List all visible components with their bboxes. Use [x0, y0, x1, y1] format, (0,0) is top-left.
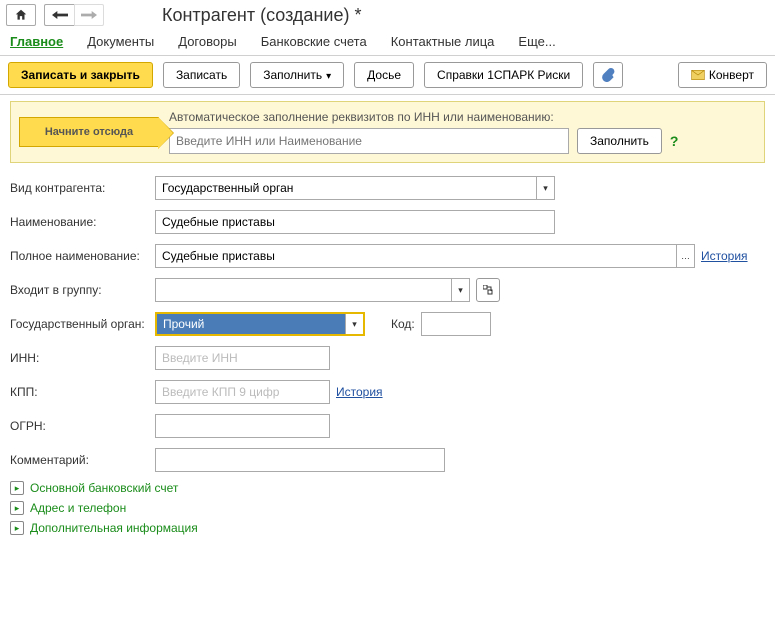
- group-open-button[interactable]: [476, 278, 500, 302]
- group-input[interactable]: [156, 279, 451, 301]
- fullname-combo[interactable]: …: [155, 244, 695, 268]
- page-title: Контрагент (создание) *: [162, 5, 361, 26]
- attach-button[interactable]: [593, 62, 623, 88]
- expand-icon: ▸: [10, 521, 24, 535]
- code-label: Код:: [391, 317, 415, 331]
- kind-combo[interactable]: ▾: [155, 176, 555, 200]
- fill-dropdown-button[interactable]: Заполнить: [250, 62, 344, 88]
- section-extra-title: Дополнительная информация: [30, 521, 198, 535]
- form: Вид контрагента: ▾ Наименование: Полное …: [0, 169, 775, 547]
- group-label: Входит в группу:: [10, 283, 155, 297]
- hint-input[interactable]: [169, 128, 569, 154]
- name-label: Наименование:: [10, 215, 155, 229]
- expand-icon: ▸: [10, 501, 24, 515]
- ogrn-label: ОГРН:: [10, 419, 155, 433]
- arrow-right-icon: [81, 10, 97, 20]
- kind-label: Вид контрагента:: [10, 181, 155, 195]
- inn-input[interactable]: [155, 346, 330, 370]
- kpp-label: КПП:: [10, 385, 155, 399]
- expand-icon: ▸: [10, 481, 24, 495]
- tab-more[interactable]: Еще...: [518, 34, 555, 49]
- gov-dropdown-icon[interactable]: ▾: [345, 314, 363, 334]
- section-address[interactable]: ▸ Адрес и телефон: [10, 501, 765, 515]
- envelope-icon: [691, 69, 705, 81]
- help-icon[interactable]: ?: [670, 133, 679, 149]
- inn-label: ИНН:: [10, 351, 155, 365]
- tab-documents[interactable]: Документы: [87, 34, 154, 49]
- kpp-input[interactable]: [155, 380, 330, 404]
- hint-text: Автоматическое заполнение реквизитов по …: [169, 110, 756, 124]
- tab-bank-accounts[interactable]: Банковские счета: [261, 34, 367, 49]
- convert-button[interactable]: Конверт: [678, 62, 767, 88]
- open-icon: [483, 285, 493, 295]
- section-address-title: Адрес и телефон: [30, 501, 126, 515]
- forward-button[interactable]: [74, 4, 104, 26]
- toolbar: Записать и закрыть Записать Заполнить До…: [0, 55, 775, 95]
- home-icon: [14, 8, 28, 22]
- section-bank[interactable]: ▸ Основной банковский счет: [10, 481, 765, 495]
- save-button[interactable]: Записать: [163, 62, 240, 88]
- fullname-more-icon[interactable]: …: [676, 245, 694, 267]
- hint-box: Начните отсюда Автоматическое заполнение…: [10, 101, 765, 163]
- arrow-left-icon: [52, 10, 68, 20]
- tab-contracts[interactable]: Договоры: [178, 34, 236, 49]
- group-combo[interactable]: ▾: [155, 278, 470, 302]
- dossier-button[interactable]: Досье: [354, 62, 414, 88]
- gov-combo[interactable]: ▾: [155, 312, 365, 336]
- group-dropdown-icon[interactable]: ▾: [451, 279, 469, 301]
- fullname-label: Полное наименование:: [10, 249, 155, 263]
- name-input[interactable]: [155, 210, 555, 234]
- section-bank-title: Основной банковский счет: [30, 481, 178, 495]
- tab-main[interactable]: Главное: [10, 34, 63, 49]
- convert-label: Конверт: [709, 68, 754, 82]
- home-button[interactable]: [6, 4, 36, 26]
- tabs: Главное Документы Договоры Банковские сч…: [0, 30, 775, 55]
- spark-button[interactable]: Справки 1СПАРК Риски: [424, 62, 583, 88]
- history-link[interactable]: История: [701, 249, 748, 263]
- kpp-history-link[interactable]: История: [336, 385, 383, 399]
- fullname-input[interactable]: [156, 245, 676, 267]
- fill-label: Заполнить: [263, 68, 322, 82]
- kind-dropdown-icon[interactable]: ▾: [536, 177, 554, 199]
- start-here-arrow: Начните отсюда: [19, 117, 159, 147]
- save-close-button[interactable]: Записать и закрыть: [8, 62, 153, 88]
- gov-label: Государственный орган:: [10, 317, 155, 331]
- section-extra[interactable]: ▸ Дополнительная информация: [10, 521, 765, 535]
- kind-input[interactable]: [156, 177, 536, 199]
- hint-fill-button[interactable]: Заполнить: [577, 128, 662, 154]
- code-input[interactable]: [421, 312, 491, 336]
- gov-input[interactable]: [157, 314, 345, 334]
- back-button[interactable]: [44, 4, 74, 26]
- ogrn-input[interactable]: [155, 414, 330, 438]
- attach-icon: [601, 68, 615, 82]
- caret-down-icon: [326, 68, 331, 82]
- comment-input[interactable]: [155, 448, 445, 472]
- comment-label: Комментарий:: [10, 453, 155, 467]
- tab-contacts[interactable]: Контактные лица: [391, 34, 495, 49]
